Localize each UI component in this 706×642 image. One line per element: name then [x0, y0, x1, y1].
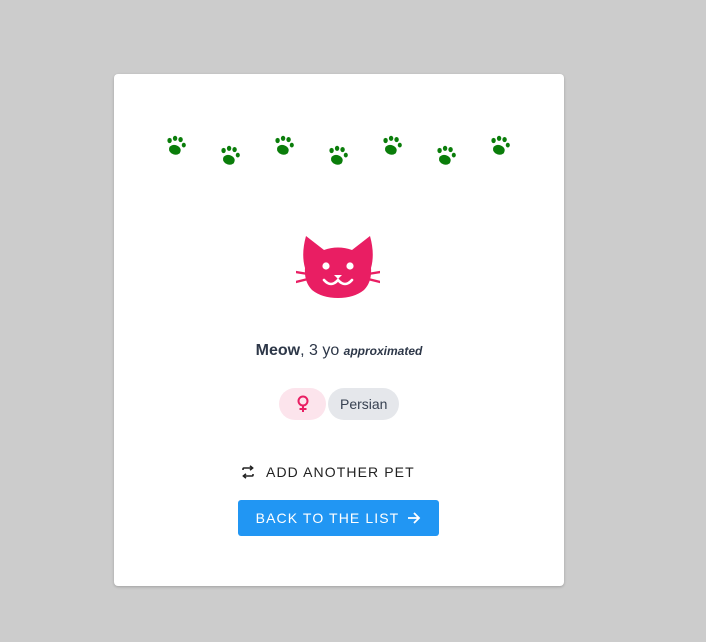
paw-icon: [273, 135, 295, 157]
pet-summary: Meow, 3 yo approximated: [114, 342, 564, 360]
cat-icon: [296, 232, 380, 300]
repeat-icon: [242, 465, 254, 479]
back-to-list-label: BACK TO THE LIST: [255, 510, 400, 526]
arrow-right-icon: [408, 512, 421, 524]
breed-chip: Persian: [328, 388, 400, 420]
pet-age: , 3 yo: [300, 342, 344, 359]
add-another-pet-label: ADD ANOTHER PET: [266, 464, 415, 480]
paw-icon: [435, 145, 457, 167]
back-to-list-button[interactable]: BACK TO THE LIST: [238, 500, 439, 536]
paw-icon: [327, 145, 349, 167]
pet-age-note: approximated: [343, 344, 423, 358]
female-icon: [297, 395, 308, 412]
paw-icon: [381, 135, 403, 157]
paw-icon: [165, 135, 187, 157]
pet-tags: Persian: [279, 388, 400, 420]
paw-icon: [489, 135, 511, 157]
pet-name: Meow: [255, 342, 301, 359]
pet-card: Meow, 3 yo approximated Persian ADD ANOT…: [114, 74, 564, 586]
add-another-pet-button[interactable]: ADD ANOTHER PET: [240, 458, 415, 486]
paw-icon: [219, 145, 241, 167]
gender-chip: [279, 388, 326, 420]
